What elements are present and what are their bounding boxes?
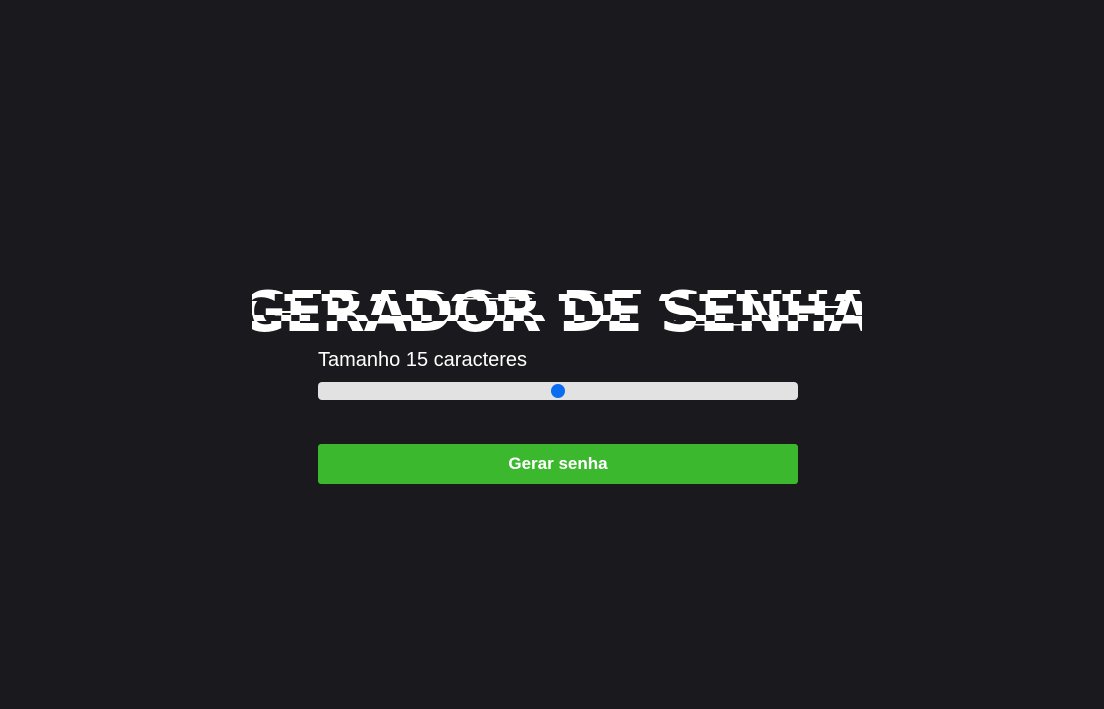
glitch-line — [462, 298, 532, 300]
length-slider[interactable] — [318, 382, 798, 400]
password-generator-page: GERADOR DE SENHA GERADOR DE SENHA GERADO… — [0, 0, 1104, 709]
glitch-line — [812, 306, 848, 308]
length-value: 15 — [405, 349, 429, 371]
glitch-title: GERADOR DE SENHA GERADOR DE SENHA GERADO… — [252, 280, 862, 340]
length-label: Tamanho 15 caracteres — [318, 346, 798, 374]
glitch-line — [266, 311, 306, 313]
length-slider-thumb[interactable] — [551, 384, 565, 398]
glitch-line — [692, 324, 752, 326]
length-label-suffix: caracteres — [433, 349, 528, 371]
generate-password-button[interactable]: Gerar senha — [318, 444, 798, 484]
generator-controls: Tamanho 15 caracteres Gerar senha — [318, 346, 798, 484]
page-title-logo: GERADOR DE SENHA GERADOR DE SENHA GERADO… — [252, 276, 862, 340]
length-label-prefix: Tamanho — [318, 349, 401, 371]
